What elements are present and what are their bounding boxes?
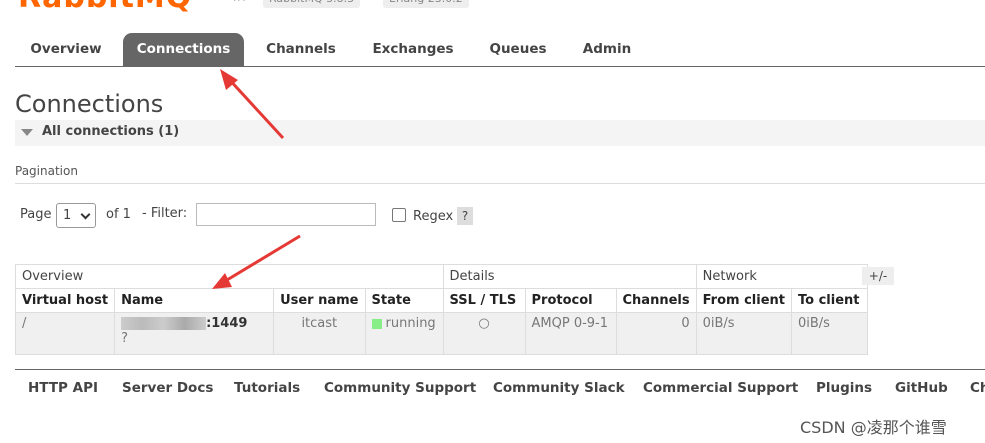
annotation-arrows [212, 69, 301, 289]
arrow-to-connection-name-icon [212, 234, 301, 289]
arrow-to-connections-tab-icon [220, 69, 285, 140]
